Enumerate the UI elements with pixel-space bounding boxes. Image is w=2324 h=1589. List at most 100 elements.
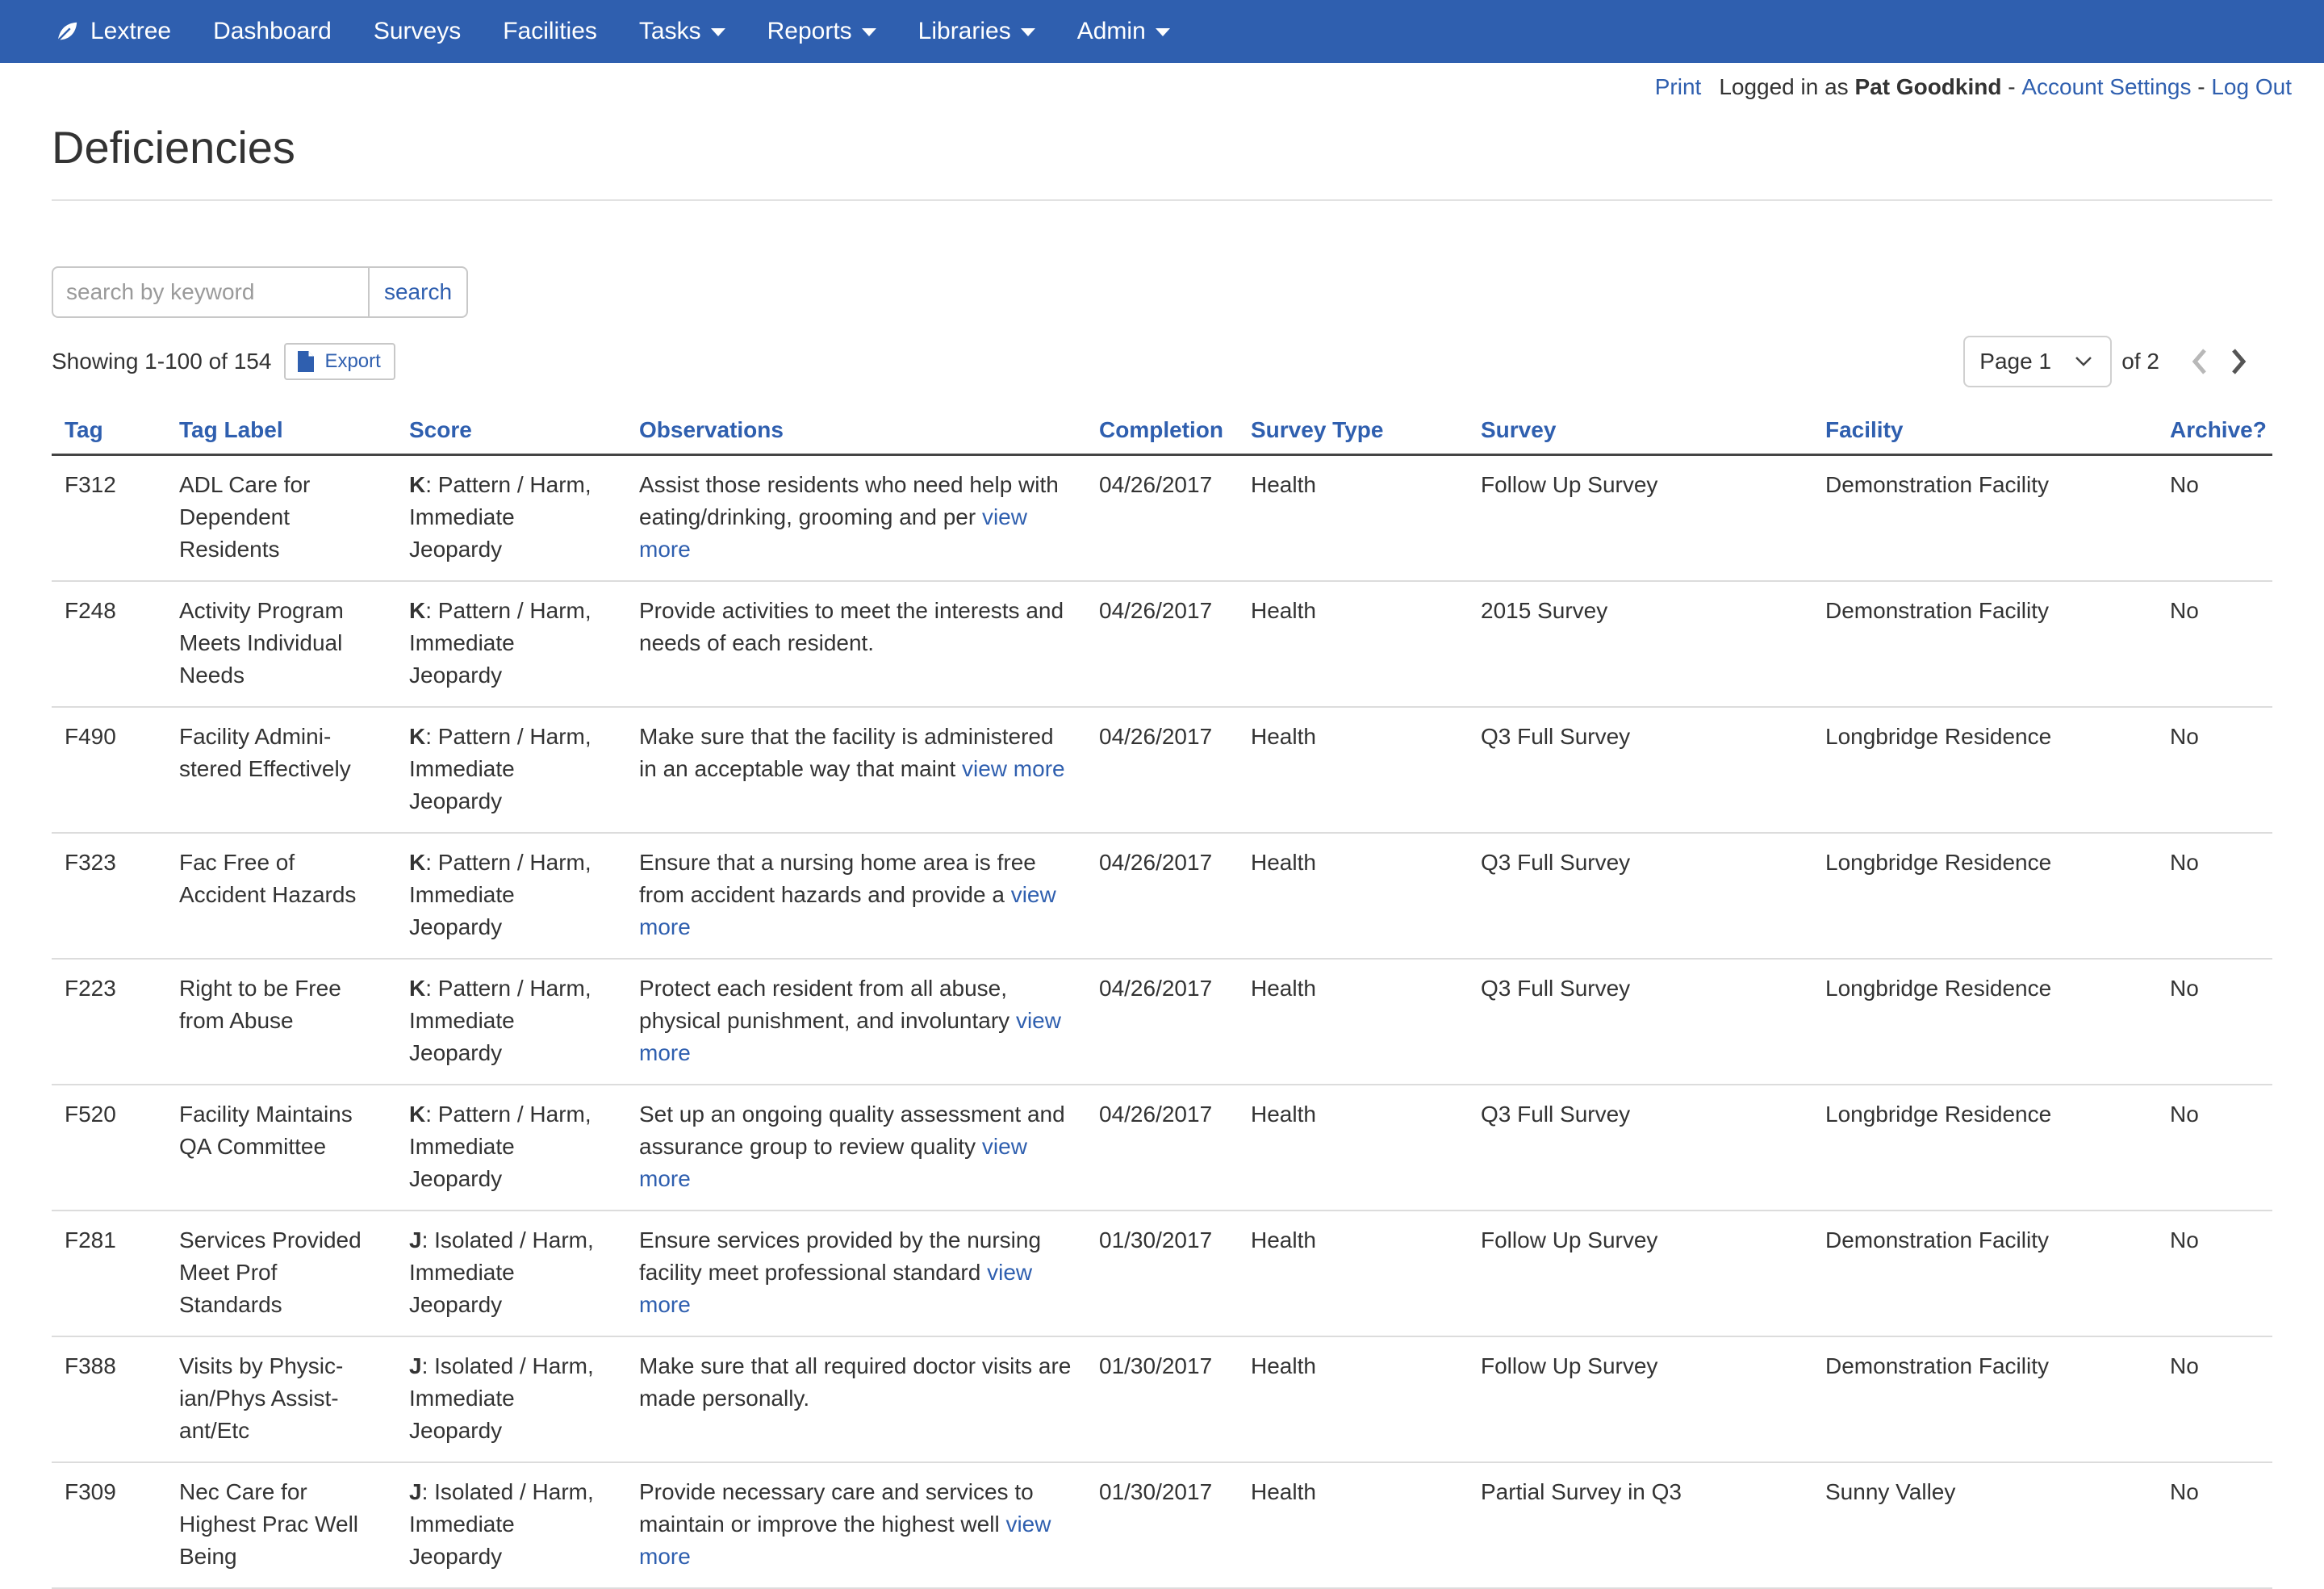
- chevron-left-icon[interactable]: [2188, 345, 2211, 378]
- user-bar: Print Logged in as Pat Goodkind - Accoun…: [1655, 74, 2292, 100]
- nav-admin-dropdown[interactable]: Admin: [1077, 18, 1170, 45]
- observation-text: Ensure that a nursing home area is free …: [639, 850, 1036, 907]
- nav-facilities-label: Facilities: [503, 18, 597, 44]
- table-row: F309 Nec Care for Highest Prac Well Being…: [52, 1462, 2272, 1589]
- facility-cell: Demonstration Facility: [1812, 581, 2157, 708]
- export-button[interactable]: Export: [284, 343, 395, 380]
- facility-cell: Longbridge Residence: [1812, 1085, 2157, 1211]
- nav-tasks-dropdown[interactable]: Tasks: [639, 18, 725, 45]
- nav-dashboard[interactable]: Dashboard: [213, 18, 332, 45]
- view-more-link[interactable]: view more: [962, 756, 1065, 781]
- user-name: Pat Goodkind: [1854, 74, 2002, 99]
- score-text: : Isolated / Harm, Immediate Jeopardy: [409, 1479, 594, 1569]
- col-header-archive[interactable]: Archive?: [2157, 407, 2272, 456]
- facility-cell: Sunny Valley: [1812, 1462, 2157, 1589]
- score-text: : Isolated / Harm, Immediate Jeopardy: [409, 1353, 594, 1443]
- tag-cell: F281: [52, 1211, 166, 1337]
- tag-label-cell: Visits by Physic-ian/Phys Assist-ant/Etc: [166, 1336, 396, 1463]
- nav-libraries-dropdown[interactable]: Libraries: [918, 18, 1035, 45]
- table-row: F281 Services Provided Meet Prof Standard…: [52, 1211, 2272, 1337]
- caret-down-icon: [1155, 28, 1170, 36]
- nav-surveys[interactable]: Surveys: [374, 18, 461, 45]
- survey-cell: Follow Up Survey: [1468, 1211, 1812, 1337]
- table-row: F323 Fac Free of Accident Hazards K: Patte…: [52, 833, 2272, 960]
- archive-cell: No: [2157, 581, 2272, 708]
- score-code: K: [409, 724, 426, 749]
- archive-cell: No: [2157, 959, 2272, 1085]
- tag-cell: F520: [52, 1085, 166, 1211]
- tag-cell: F248: [52, 581, 166, 708]
- completion-cell: 04/26/2017: [1086, 833, 1238, 960]
- brand-link[interactable]: Lextree: [55, 18, 171, 45]
- observations-cell: Ensure that a nursing home area is free …: [626, 833, 1086, 960]
- chevron-right-icon[interactable]: [2227, 345, 2250, 378]
- page-title: Deficiencies: [52, 122, 295, 173]
- page-select[interactable]: Page 1: [1963, 336, 2113, 387]
- facility-cell: Longbridge Residence: [1812, 833, 2157, 960]
- score-cell: K: Pattern / Harm, Immediate Jeopardy: [396, 581, 626, 708]
- search-button[interactable]: search: [368, 266, 468, 318]
- print-link[interactable]: Print: [1655, 74, 1702, 100]
- search-input[interactable]: [52, 266, 368, 318]
- archive-cell: No: [2157, 1211, 2272, 1337]
- survey-cell: Follow Up Survey: [1468, 1336, 1812, 1463]
- archive-cell: No: [2157, 1462, 2272, 1589]
- archive-cell: No: [2157, 1085, 2272, 1211]
- tag-label-cell: Services Provided Meet Prof Standards: [166, 1211, 396, 1337]
- nav-tasks-label: Tasks: [638, 18, 701, 44]
- observations-cell: Provide necessary care and services to m…: [626, 1462, 1086, 1589]
- completion-cell: 04/26/2017: [1086, 1085, 1238, 1211]
- separator: -: [2197, 74, 2205, 99]
- score-text: : Pattern / Harm, Immediate Jeopardy: [409, 976, 591, 1065]
- observations-cell: Provide activities to meet the interests…: [626, 581, 1086, 708]
- observation-text: Make sure that all required doctor visit…: [639, 1353, 1072, 1411]
- score-code: J: [409, 1353, 422, 1378]
- survey-cell: Follow Up Survey: [1468, 454, 1812, 582]
- score-cell: K: Pattern / Harm, Immediate Jeopardy: [396, 1085, 626, 1211]
- caret-down-icon: [710, 28, 725, 36]
- facility-cell: Longbridge Residence: [1812, 959, 2157, 1085]
- observations-cell: Protect each resident from all abuse, ph…: [626, 959, 1086, 1085]
- separator: -: [2008, 74, 2016, 99]
- observation-text: Provide necessary care and services to m…: [639, 1479, 1034, 1537]
- account-settings-link[interactable]: Account Settings: [2021, 74, 2191, 100]
- score-text: : Isolated / Harm, Immediate Jeopardy: [409, 1227, 594, 1317]
- score-text: : Pattern / Harm, Immediate Jeopardy: [409, 1102, 591, 1191]
- col-header-survey-type[interactable]: Survey Type: [1238, 407, 1468, 456]
- brand-name: Lextree: [90, 18, 172, 44]
- score-text: : Pattern / Harm, Immediate Jeopardy: [409, 724, 591, 813]
- completion-cell: 01/30/2017: [1086, 1211, 1238, 1337]
- nav-reports-dropdown[interactable]: Reports: [767, 18, 876, 45]
- facility-cell: Demonstration Facility: [1812, 454, 2157, 582]
- logged-in-label: Logged in as: [1719, 74, 1849, 99]
- completion-cell: 04/26/2017: [1086, 454, 1238, 582]
- deficiencies-table: Tag Tag Label Score Observations Complet…: [52, 407, 2272, 1589]
- survey-cell: Partial Survey in Q3: [1468, 1462, 1812, 1589]
- col-header-facility[interactable]: Facility: [1812, 407, 2157, 456]
- tag-cell: F312: [52, 454, 166, 582]
- survey-type-cell: Health: [1238, 707, 1468, 834]
- col-header-completion[interactable]: Completion: [1086, 407, 1238, 456]
- score-cell: K: Pattern / Harm, Immediate Jeopardy: [396, 833, 626, 960]
- facility-cell: Demonstration Facility: [1812, 1211, 2157, 1337]
- archive-cell: No: [2157, 1336, 2272, 1463]
- observations-cell: Make sure that all required doctor visit…: [626, 1336, 1086, 1463]
- col-header-score[interactable]: Score: [396, 407, 626, 456]
- log-out-link[interactable]: Log Out: [2211, 74, 2292, 100]
- col-header-tag-label[interactable]: Tag Label: [166, 407, 396, 456]
- tag-label-cell: Nec Care for Highest Prac Well Being: [166, 1462, 396, 1589]
- col-header-observations[interactable]: Observations: [626, 407, 1086, 456]
- nav-facilities[interactable]: Facilities: [503, 18, 597, 45]
- nav-surveys-label: Surveys: [373, 18, 462, 44]
- col-header-survey[interactable]: Survey: [1468, 407, 1812, 456]
- page-total: of 2: [2121, 349, 2159, 374]
- tag-cell: F490: [52, 707, 166, 834]
- archive-cell: No: [2157, 833, 2272, 960]
- col-header-tag[interactable]: Tag: [52, 407, 166, 456]
- tag-cell: F388: [52, 1336, 166, 1463]
- score-cell: J: Isolated / Harm, Immediate Jeopardy: [396, 1211, 626, 1337]
- top-navbar: Lextree Dashboard Surveys Facilities Tas…: [0, 0, 2324, 63]
- facility-cell: Longbridge Residence: [1812, 707, 2157, 834]
- score-cell: K: Pattern / Harm, Immediate Jeopardy: [396, 959, 626, 1085]
- observations-cell: Make sure that the facility is administe…: [626, 707, 1086, 834]
